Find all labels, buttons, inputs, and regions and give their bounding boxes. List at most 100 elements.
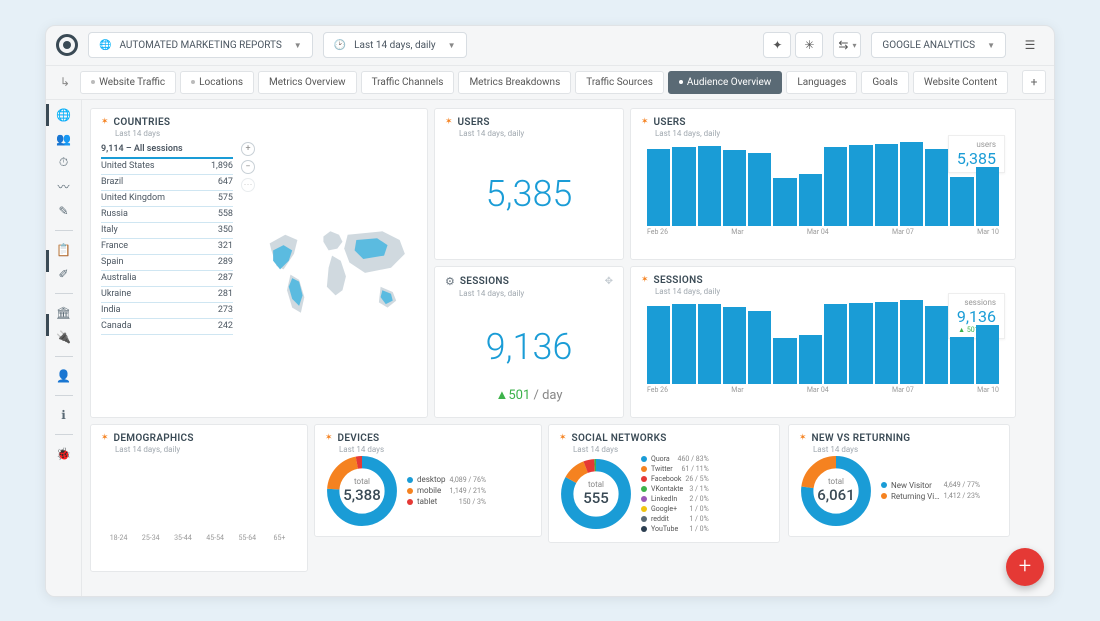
legend-item: Quora460 / 83% <box>641 454 709 464</box>
plus-icon: + <box>1031 75 1038 89</box>
more-button[interactable]: ⋯ <box>241 178 255 192</box>
tab-audience-overview[interactable]: Audience Overview <box>668 71 782 94</box>
bar <box>824 147 847 226</box>
country-row[interactable]: Canada242 <box>101 319 233 335</box>
bar <box>647 149 670 226</box>
return-icon: ↳ <box>60 75 70 89</box>
bar <box>647 306 670 384</box>
country-row[interactable]: Australia287 <box>101 271 233 287</box>
sidebar-icon-timer[interactable]: ⏱ <box>57 156 71 170</box>
sidebar-icon-bank[interactable]: 🏛 <box>57 306 71 320</box>
paint-button[interactable]: ✦ <box>763 32 791 58</box>
move-icon[interactable]: ✥ <box>605 276 613 287</box>
tab-website-content[interactable]: Website Content <box>913 71 1008 94</box>
social-donut[interactable]: total555 <box>559 457 633 531</box>
legend-item: Facebook26 / 5% <box>641 474 709 484</box>
card-social: ✶SOCIAL NETWORKS Last 14 days total555 Q… <box>548 424 780 543</box>
sidebar-icon-edit[interactable]: ✎ <box>57 204 71 218</box>
analytics-icon: ✶ <box>101 117 109 127</box>
app-logo-icon <box>56 34 78 56</box>
chevron-down-icon: ▾ <box>852 41 856 50</box>
theme-button[interactable]: ✳ <box>795 32 823 58</box>
bar <box>976 325 999 383</box>
users-value: 5,385 <box>445 138 613 251</box>
tab-traffic-sources[interactable]: Traffic Sources <box>575 71 664 94</box>
date-range-selector[interactable]: 🕑 Last 14 days, daily ▼ <box>323 32 467 58</box>
analytics-icon: ✶ <box>101 433 109 443</box>
tab-metrics-breakdowns[interactable]: Metrics Breakdowns <box>458 71 571 94</box>
countries-table: 9,114 – All sessions United States1,896B… <box>101 142 233 409</box>
add-tab-button[interactable]: + <box>1022 70 1046 94</box>
chevron-down-icon: ▼ <box>987 41 995 50</box>
menu-button[interactable]: ☰ <box>1016 32 1044 58</box>
sidebar-icon-path[interactable]: 〰 <box>57 180 71 194</box>
sidebar-icon-users[interactable]: 👥 <box>57 132 71 146</box>
demographics-chart[interactable] <box>101 454 297 532</box>
sessions-barchart[interactable] <box>641 296 1005 384</box>
sidebar-icon-plug[interactable]: 🔌 <box>57 330 71 344</box>
sidebar-icon-pencil[interactable]: ✐ <box>57 267 71 281</box>
tab-website-traffic[interactable]: Website Traffic <box>80 71 176 94</box>
tab-locations[interactable]: Locations <box>180 71 254 94</box>
country-row[interactable]: Ukraine281 <box>101 287 233 303</box>
legend-item: tablet150 / 3% <box>407 496 486 507</box>
legend-item: VKontakte3 / 1% <box>641 484 709 494</box>
connector-selector[interactable]: GOOGLE ANALYTICS ▼ <box>871 32 1006 58</box>
country-row[interactable]: Brazil647 <box>101 175 233 191</box>
tab-goals[interactable]: Goals <box>861 71 909 94</box>
sidebar-icon-bug[interactable]: 🐞 <box>57 447 71 461</box>
tab-back-button[interactable]: ↳ <box>54 75 76 89</box>
tab-traffic-channels[interactable]: Traffic Channels <box>361 71 455 94</box>
legend-item: reddit1 / 0% <box>641 514 709 524</box>
sessions-value: 9,136 <box>445 298 613 397</box>
legend-item: LinkedIn2 / 0% <box>641 494 709 504</box>
devices-donut[interactable]: total5,388 <box>325 454 399 528</box>
world-map[interactable] <box>261 142 417 409</box>
country-row[interactable]: India273 <box>101 303 233 319</box>
card-title: COUNTRIES <box>114 117 171 128</box>
legend-item: Returning Vi…1,412 / 23% <box>881 491 980 502</box>
sidebar-icon-globe[interactable]: 🌐 <box>57 108 71 122</box>
add-widget-fab[interactable]: + <box>1006 548 1044 586</box>
legend-item: Google+1 / 0% <box>641 504 709 514</box>
newret-donut[interactable]: total6,061 <box>799 454 873 528</box>
sidebar-icon-account[interactable]: 👤 <box>57 369 71 383</box>
share-button[interactable]: ⇆▾ <box>833 32 861 58</box>
analytics-icon: ✶ <box>641 117 649 127</box>
card-countries: ✶ COUNTRIES Last 14 days 9,114 – All ses… <box>90 108 428 418</box>
bar <box>799 174 822 225</box>
expand-button[interactable]: + <box>241 142 255 156</box>
plus-icon: + <box>1019 554 1031 579</box>
sparkle-icon: ✳ <box>804 38 814 52</box>
country-row[interactable]: Italy350 <box>101 223 233 239</box>
country-row[interactable]: United Kingdom575 <box>101 191 233 207</box>
country-row[interactable]: France321 <box>101 239 233 255</box>
sidebar-icon-info[interactable]: ℹ <box>57 408 71 422</box>
app-window: 🌐 AUTOMATED MARKETING REPORTS ▼ 🕑 Last 1… <box>45 25 1055 597</box>
collapse-button[interactable]: − <box>241 160 255 174</box>
card-devices: ✶DEVICES Last 14 days total5,388 desktop… <box>314 424 542 537</box>
countries-total-row: 9,114 – All sessions <box>101 142 233 159</box>
country-row[interactable]: Russia558 <box>101 207 233 223</box>
tab-metrics-overview[interactable]: Metrics Overview <box>258 71 357 94</box>
bar <box>849 145 872 225</box>
legend-item: New Visitor4,649 / 77% <box>881 480 980 491</box>
brush-icon: ✦ <box>772 38 782 52</box>
clock-icon: 🕑 <box>334 40 346 51</box>
country-row[interactable]: Spain289 <box>101 255 233 271</box>
card-users-metric: ✶USERS Last 14 days, daily 5,385 <box>434 108 624 260</box>
bar <box>950 337 973 383</box>
date-range-label: Last 14 days, daily <box>354 40 435 51</box>
bar <box>849 303 872 383</box>
country-row[interactable]: United States1,896 <box>101 159 233 175</box>
sidebar-icon-clipboard[interactable]: 📋 <box>57 243 71 257</box>
legend-item: YouTube1 / 0% <box>641 524 709 534</box>
bar <box>799 335 822 384</box>
bar <box>900 300 923 384</box>
tab-languages[interactable]: Languages <box>786 71 857 94</box>
gear-icon: ⚙ <box>445 275 455 288</box>
minus-icon: − <box>245 162 250 172</box>
bar <box>824 304 847 383</box>
users-barchart[interactable] <box>641 138 1005 226</box>
report-selector[interactable]: 🌐 AUTOMATED MARKETING REPORTS ▼ <box>88 32 313 58</box>
